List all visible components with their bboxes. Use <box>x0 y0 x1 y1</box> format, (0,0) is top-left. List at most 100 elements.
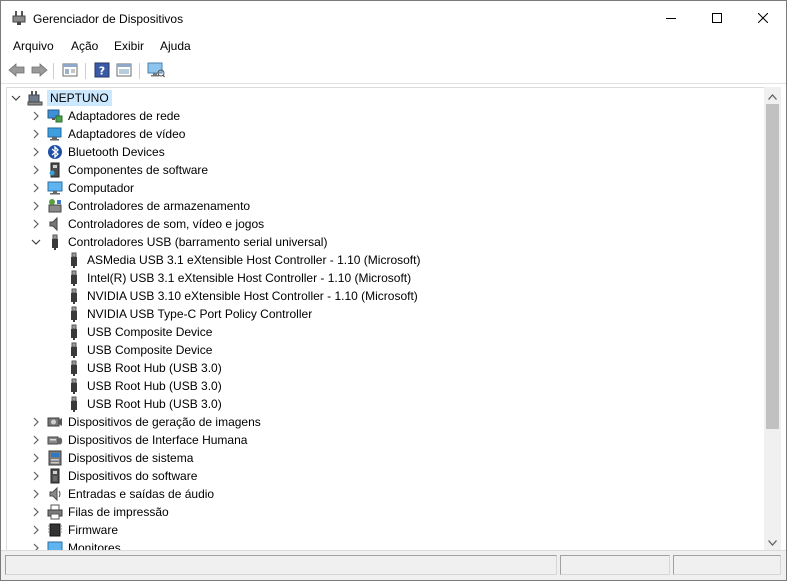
chevron-down-icon <box>768 535 777 549</box>
toolbar: ? <box>1 58 786 84</box>
tree-item-label: Bluetooth Devices <box>68 145 165 159</box>
chevron-right-icon[interactable] <box>30 416 42 428</box>
tree-item-label: USB Root Hub (USB 3.0) <box>87 361 222 375</box>
tree-item-label: NVIDIA USB Type-C Port Policy Controller <box>87 307 313 321</box>
chevron-right-icon[interactable] <box>30 452 42 464</box>
tree-category-item[interactable]: Dispositivos de Interface Humana <box>7 431 747 449</box>
tree-device-item[interactable]: Intel(R) USB 3.1 eXtensible Host Control… <box>7 269 747 287</box>
tree-category-item[interactable]: Componentes de software <box>7 161 747 179</box>
tree-item-label: USB Root Hub (USB 3.0) <box>87 379 222 393</box>
chevron-up-icon <box>768 89 777 103</box>
network-adapter-icon <box>47 108 63 124</box>
tree-category-item[interactable]: Firmware <box>7 521 747 539</box>
usb-plug-icon <box>47 234 63 250</box>
tree-category-item[interactable]: Monitores <box>7 539 747 550</box>
tree-device-item[interactable]: USB Root Hub (USB 3.0) <box>7 377 747 395</box>
chevron-down-icon[interactable] <box>10 92 22 104</box>
tree-device-item[interactable]: NVIDIA USB 3.10 eXtensible Host Controll… <box>7 287 747 305</box>
chevron-right-icon[interactable] <box>30 524 42 536</box>
tree-device-item[interactable]: USB Composite Device <box>7 323 747 341</box>
tree-category-item[interactable]: Controladores USB (barramento serial uni… <box>7 233 747 251</box>
properties-icon <box>62 62 78 81</box>
tree-item-label: ASMedia USB 3.1 eXtensible Host Controll… <box>87 253 421 267</box>
usb-plug-icon <box>66 342 82 358</box>
tree-item-label: Dispositivos de Interface Humana <box>68 433 248 447</box>
chevron-right-icon[interactable] <box>30 182 42 194</box>
tree-category-item[interactable]: Computador <box>7 179 747 197</box>
tree-device-item[interactable]: NVIDIA USB Type-C Port Policy Controller <box>7 305 747 323</box>
chevron-right-icon[interactable] <box>30 506 42 518</box>
menu-exibir[interactable]: Exibir <box>114 39 144 53</box>
usb-plug-icon <box>66 288 82 304</box>
tree-item-label: Intel(R) USB 3.1 eXtensible Host Control… <box>87 271 412 285</box>
usb-plug-icon <box>66 270 82 286</box>
tree-item-label: Monitores <box>68 541 121 550</box>
device-tree[interactable]: NEPTUNO Adaptadores de rede Adaptadores de… <box>6 87 764 550</box>
software-device-icon <box>47 468 63 484</box>
show-hidden-button[interactable] <box>114 61 134 81</box>
toolbar-separator <box>85 63 86 79</box>
chevron-right-icon[interactable] <box>30 146 42 158</box>
tree-category-item[interactable]: Controladores de som, vídeo e jogos <box>7 215 747 233</box>
firmware-chip-icon <box>47 522 63 538</box>
chevron-right-icon[interactable] <box>30 488 42 500</box>
tree-item-label: Dispositivos de geração de imagens <box>68 415 261 429</box>
tree-category-item[interactable]: Dispositivos de sistema <box>7 449 747 467</box>
tree-item-label: USB Composite Device <box>87 325 213 339</box>
chevron-right-icon[interactable] <box>30 110 42 122</box>
usb-plug-icon <box>66 252 82 268</box>
scroll-up-button[interactable] <box>764 87 781 104</box>
tree-category-item[interactable]: Filas de impressão <box>7 503 747 521</box>
menu-acao[interactable]: Ação <box>71 39 98 53</box>
chevron-right-icon[interactable] <box>30 542 42 550</box>
storage-controller-icon <box>47 198 63 214</box>
printer-icon <box>47 504 63 520</box>
tree-category-item[interactable]: Dispositivos de geração de imagens <box>7 413 747 431</box>
maximize-button[interactable] <box>694 1 740 35</box>
tree-category-item[interactable]: Bluetooth Devices <box>7 143 747 161</box>
chevron-right-icon[interactable] <box>30 128 42 140</box>
chevron-right-icon[interactable] <box>30 200 42 212</box>
tree-item-label: Dispositivos de sistema <box>68 451 194 465</box>
hid-icon <box>47 432 63 448</box>
properties-button[interactable] <box>60 61 80 81</box>
tree-item-label: USB Root Hub (USB 3.0) <box>87 397 222 411</box>
chevron-down-icon[interactable] <box>30 236 42 248</box>
help-button[interactable]: ? <box>92 61 112 81</box>
scan-hardware-button[interactable] <box>146 61 166 81</box>
chevron-right-icon[interactable] <box>30 470 42 482</box>
chevron-right-icon[interactable] <box>30 164 42 176</box>
tree-category-item[interactable]: Controladores de armazenamento <box>7 197 747 215</box>
device-manager-window: Gerenciador de Dispositivos Arquivo Ação… <box>0 0 787 581</box>
toolbar-separator <box>139 63 140 79</box>
tree-device-item[interactable]: USB Root Hub (USB 3.0) <box>7 359 747 377</box>
tree-category-item[interactable]: Adaptadores de vídeo <box>7 125 747 143</box>
forward-arrow-icon <box>30 62 48 81</box>
title-bar[interactable]: Gerenciador de Dispositivos <box>1 1 786 35</box>
tree-category-item[interactable]: Entradas e saídas de áudio <box>7 485 747 503</box>
scroll-down-button[interactable] <box>764 533 781 550</box>
toolbar-separator <box>53 63 54 79</box>
chevron-right-icon[interactable] <box>30 434 42 446</box>
menu-ajuda[interactable]: Ajuda <box>160 39 191 53</box>
chevron-right-icon[interactable] <box>30 218 42 230</box>
close-button[interactable] <box>740 1 786 35</box>
usb-plug-icon <box>66 360 82 376</box>
scroll-thumb[interactable] <box>766 104 779 429</box>
tree-root-item[interactable]: NEPTUNO <box>7 89 747 107</box>
forward-button[interactable] <box>29 61 49 81</box>
back-button[interactable] <box>7 61 27 81</box>
menu-arquivo[interactable]: Arquivo <box>13 39 54 53</box>
tree-category-item[interactable]: Adaptadores de rede <box>7 107 747 125</box>
window-title: Gerenciador de Dispositivos <box>33 12 184 26</box>
audio-io-icon <box>47 486 63 502</box>
help-icon: ? <box>94 62 110 81</box>
vertical-scrollbar[interactable] <box>764 87 781 550</box>
tree-device-item[interactable]: USB Root Hub (USB 3.0) <box>7 395 747 413</box>
tree-device-item[interactable]: USB Composite Device <box>7 341 747 359</box>
minimize-button[interactable] <box>648 1 694 35</box>
tree-device-item[interactable]: ASMedia USB 3.1 eXtensible Host Controll… <box>7 251 747 269</box>
tree-item-label: USB Composite Device <box>87 343 213 357</box>
tree-category-item[interactable]: Dispositivos do software <box>7 467 747 485</box>
back-arrow-icon <box>8 62 26 81</box>
